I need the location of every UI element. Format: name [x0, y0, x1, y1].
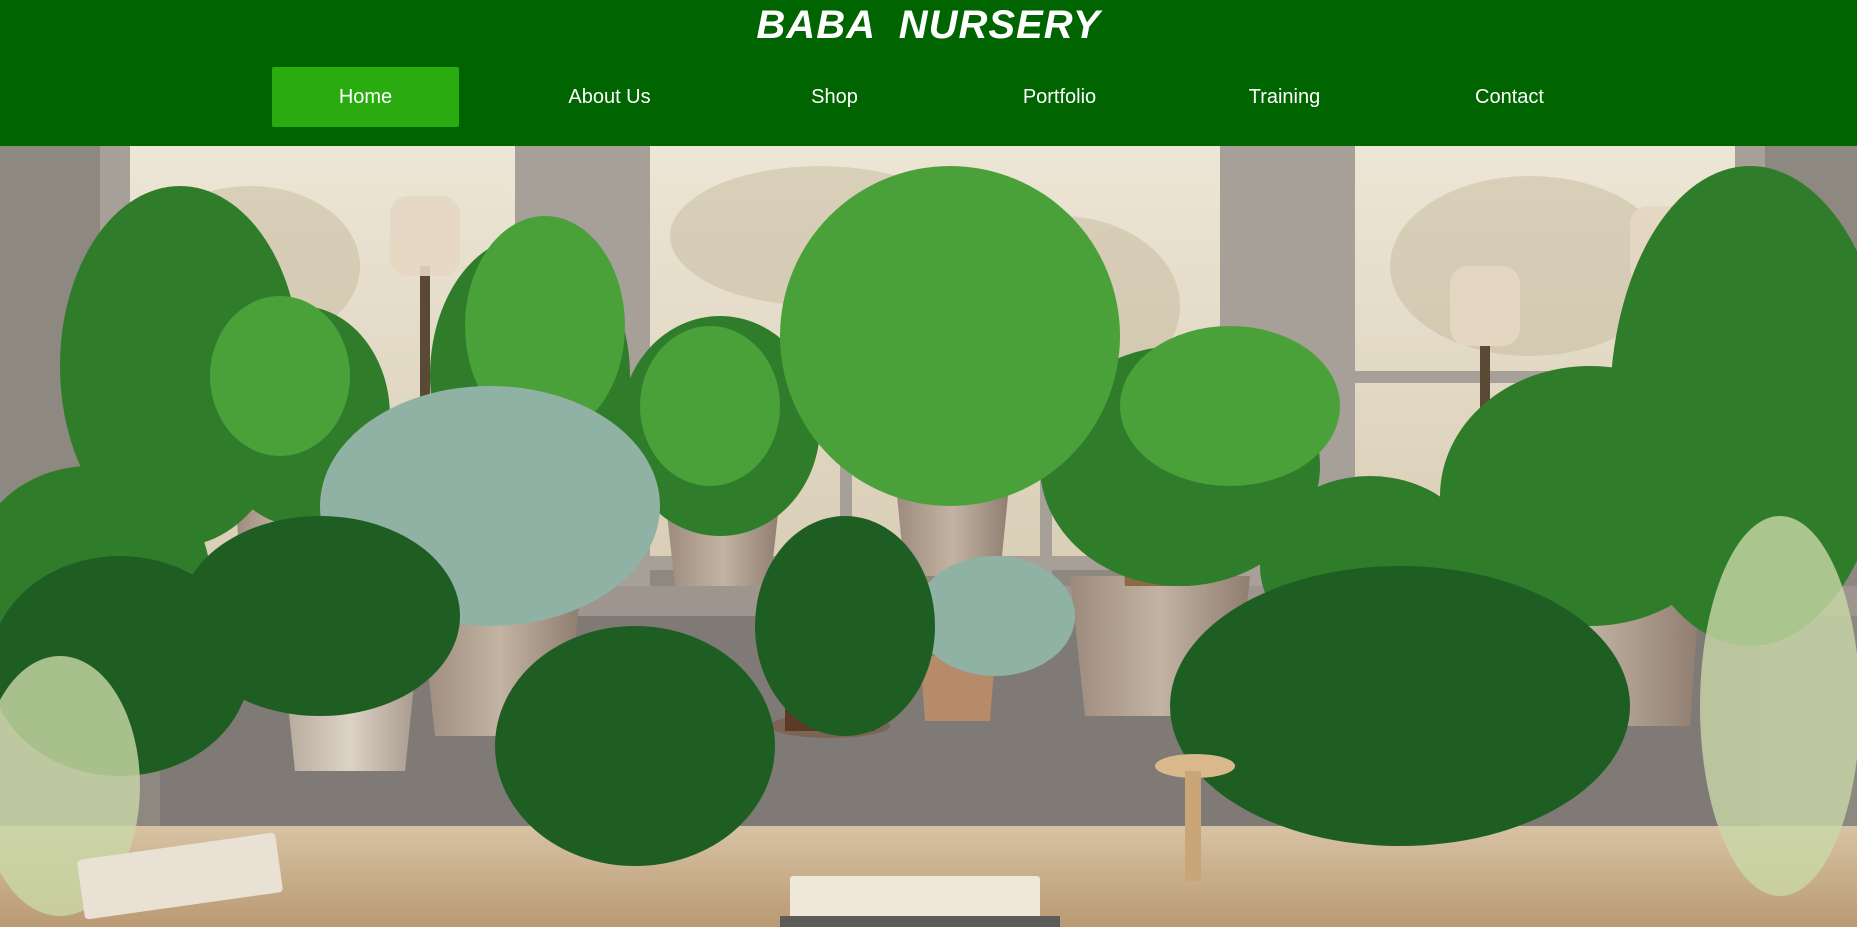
nav-item-home[interactable]: Home: [272, 67, 459, 127]
hero-image: [0, 146, 1857, 927]
nav-item-shop[interactable]: Shop: [722, 67, 947, 127]
plants-photo-illustration: [0, 146, 1857, 927]
site-title: BABA NURSERY: [756, 3, 1101, 47]
nav-item-training[interactable]: Training: [1172, 67, 1397, 127]
nav-item-contact[interactable]: Contact: [1397, 67, 1622, 127]
site-header: BABA NURSERY Home About Us Shop Portfoli…: [0, 0, 1857, 146]
nav-item-about-us[interactable]: About Us: [497, 67, 722, 127]
main-nav: Home About Us Shop Portfolio Training Co…: [272, 67, 1622, 127]
nav-item-portfolio[interactable]: Portfolio: [947, 67, 1172, 127]
